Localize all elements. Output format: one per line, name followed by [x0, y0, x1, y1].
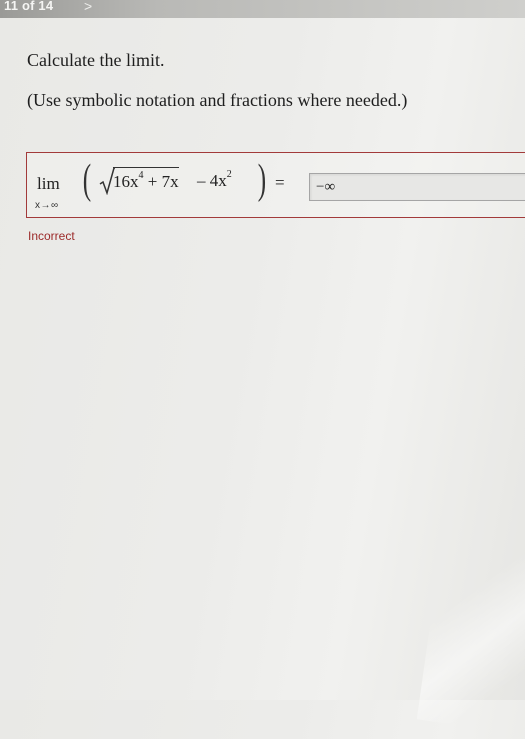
radicand-base: 16x — [113, 172, 139, 191]
minus-term-exponent: 2 — [226, 169, 232, 181]
screen-glare — [416, 521, 525, 739]
radicand-exponent: 4 — [138, 170, 144, 182]
question-hint: (Use symbolic notation and fractions whe… — [27, 90, 408, 110]
radicand: 16x4 + 7x — [113, 167, 179, 194]
question-counter: 11 of 14 — [4, 0, 54, 13]
top-navigation-bar: 11 of 14 > — [0, 0, 525, 18]
minus-term: – 4x2 — [197, 169, 232, 191]
minus-term-base: – 4x — [197, 171, 227, 190]
radicand-tail: + 7x — [143, 172, 179, 191]
question-instruction: Calculate the limit. — [27, 50, 165, 70]
answer-region: lim x→∞ ( 16x4 + 7x – 4x2 ) = — [26, 152, 525, 218]
feedback-status: Incorrect — [28, 229, 75, 243]
answer-input-field[interactable] — [309, 173, 525, 201]
equals-sign: = — [275, 173, 285, 192]
limit-label: lim — [37, 174, 60, 193]
left-parenthesis: ( — [82, 157, 92, 203]
limit-subscript: x→∞ — [35, 200, 59, 211]
next-question-arrow-icon[interactable]: > — [84, 0, 92, 14]
right-parenthesis: ) — [257, 157, 267, 203]
answer-input[interactable] — [310, 174, 525, 200]
